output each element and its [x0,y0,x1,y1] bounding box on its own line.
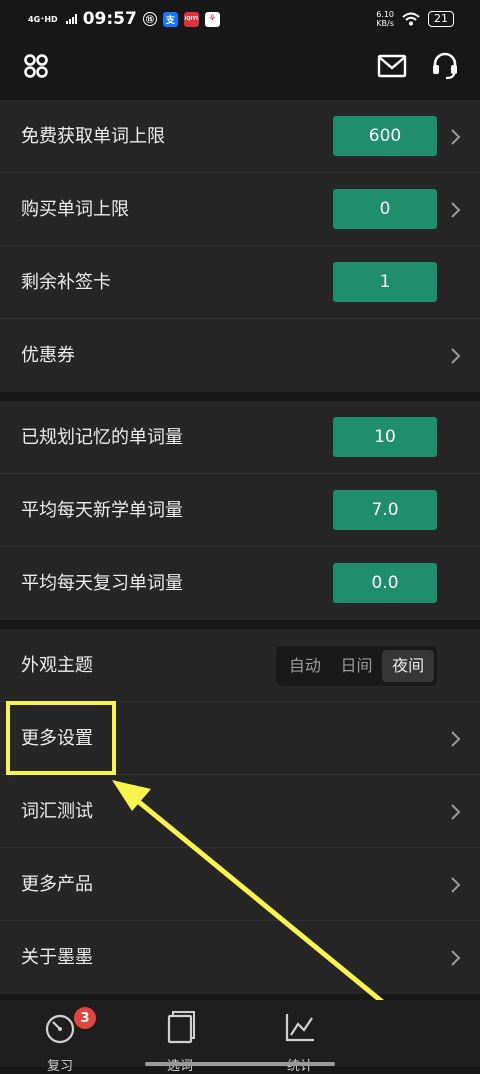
chevron-right-icon [451,950,461,966]
app-bar [0,38,480,98]
about-row[interactable]: 关于墨墨 [0,921,480,994]
iqiyi-icon: iQIYI [183,11,199,27]
wifi-icon [402,12,420,26]
line-chart-icon [280,1010,320,1044]
settings-section: 外观主题 自动 日间 夜间 更多设置 词汇测试 更多产品 关于墨墨 [0,629,480,994]
theme-row: 外观主题 自动 日间 夜间 [0,629,480,702]
chevron-right-icon [451,877,461,893]
mail-icon[interactable] [372,46,412,86]
tab-select-words[interactable]: 选词 [140,1008,220,1074]
row-label: 剩余补签卡 [21,272,111,293]
chevron-right-icon [451,129,461,145]
highlight-box [6,701,116,775]
row-label: 外观主题 [21,655,93,676]
chevron-right-icon [451,804,461,820]
value-badge: 600 [333,116,437,156]
row-label: 平均每天新学单词量 [21,500,183,521]
account-section: 免费获取单词上限 600 购买单词上限 0 剩余补签卡 1 优惠券 [0,100,480,392]
notification-app-icon: ⑮ [142,12,157,26]
value-badge: 0 [333,189,437,229]
row-label: 免费获取单词上限 [21,126,165,147]
tab-review[interactable]: 3 复习 [20,1007,100,1074]
alipay-icon: 支 [162,11,178,27]
signal-icon [65,14,77,24]
tab-label: 复习 [46,1059,73,1074]
theme-option-night[interactable]: 夜间 [382,650,435,682]
value-badge: 7.0 [333,490,437,530]
bottom-tab-bar: 3 复习 选词 统计 [0,1000,480,1074]
status-bar: 4G⁺HD 09:57 ⑮ 支 iQIYI ⚘ 6.10 KB/s 21 [0,0,480,38]
row-label: 词汇测试 [21,801,93,822]
row-label: 已规划记忆的单词量 [21,427,183,448]
free-word-limit-row[interactable]: 免费获取单词上限 600 [0,100,480,173]
row-label: 更多产品 [21,874,93,895]
tab-statistics[interactable]: 统计 [260,1008,340,1074]
theme-selector: 自动 日间 夜间 [276,646,437,686]
headset-icon[interactable] [425,46,465,86]
network-indicator: 4G⁺HD [28,14,58,24]
network-speed: 6.10 KB/s [376,10,394,28]
cards-icon [160,1010,200,1044]
theme-option-auto[interactable]: 自动 [279,650,331,682]
row-label: 平均每天复习单词量 [21,573,183,594]
home-indicator[interactable] [145,1062,335,1066]
statistics-section: 已规划记忆的单词量 10 平均每天新学单词量 7.0 平均每天复习单词量 0.0 [0,401,480,620]
clock: 09:57 [82,9,137,29]
row-label: 优惠券 [21,345,75,366]
value-badge: 1 [333,262,437,302]
coupon-row[interactable]: 优惠券 [0,319,480,392]
makeup-card-row[interactable]: 剩余补签卡 1 [0,246,480,319]
grid-menu-icon[interactable] [16,46,56,86]
value-badge: 10 [333,417,437,457]
daily-new-words-row[interactable]: 平均每天新学单词量 7.0 [0,474,480,547]
value-badge: 0.0 [333,563,437,603]
battery-indicator: 21 [428,11,454,27]
purchase-word-limit-row[interactable]: 购买单词上限 0 [0,173,480,246]
row-label: 购买单词上限 [21,199,129,220]
chevron-right-icon [451,731,461,747]
row-label: 关于墨墨 [21,947,93,968]
vocabulary-test-row[interactable]: 词汇测试 [0,775,480,848]
daily-review-words-row[interactable]: 平均每天复习单词量 0.0 [0,547,480,620]
chevron-right-icon [451,348,461,364]
theme-option-day[interactable]: 日间 [331,650,383,682]
more-products-row[interactable]: 更多产品 [0,848,480,921]
chevron-right-icon [451,202,461,218]
flower-app-icon: ⚘ [204,11,220,27]
review-count-badge: 3 [74,1007,96,1029]
planned-words-row[interactable]: 已规划记忆的单词量 10 [0,401,480,474]
